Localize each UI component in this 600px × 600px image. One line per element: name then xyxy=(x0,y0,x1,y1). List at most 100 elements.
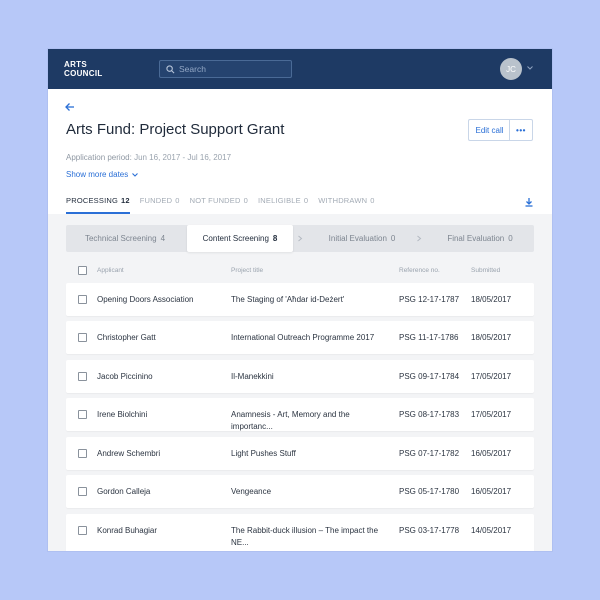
page-title: Arts Fund: Project Support Grant xyxy=(66,121,285,138)
table-row[interactable]: Christopher Gatt International Outreach … xyxy=(66,321,534,354)
stage-count: 0 xyxy=(508,234,513,243)
top-bar: ARTS COUNCIL JC xyxy=(48,49,552,89)
column-submitted[interactable]: Submitted xyxy=(471,267,500,274)
applicant-cell: Irene Biolchini xyxy=(97,410,148,419)
application-period-label: Application period: xyxy=(66,153,132,162)
tab-ineligible[interactable]: INELIGIBLE 0 xyxy=(258,196,308,214)
stage-count: 8 xyxy=(272,234,278,243)
app-window: ARTS COUNCIL JC Arts Fund: Project Suppo… xyxy=(48,49,552,551)
chevron-right-icon xyxy=(298,235,303,242)
submitted-cell: 14/05/2017 xyxy=(471,526,512,535)
tab-withdrawn[interactable]: WITHDRAWN 0 xyxy=(318,196,374,214)
stage-stepper: Technical Screening 4 Content Screening 8 … xyxy=(66,225,534,252)
show-more-dates-label: Show more dates xyxy=(66,170,129,179)
column-project-title[interactable]: Project title xyxy=(231,267,263,274)
row-checkbox[interactable] xyxy=(78,295,87,304)
show-more-dates-link[interactable]: Show more dates xyxy=(66,170,139,179)
stage-final-evaluation[interactable]: Final Evaluation 0 xyxy=(426,225,534,252)
table-row[interactable]: Gordon Calleja Vengeance PSG 05-17-1780 … xyxy=(66,475,534,508)
applicant-cell: Konrad Buhagiar xyxy=(97,526,158,535)
select-all-checkbox[interactable] xyxy=(78,266,87,275)
edit-call-button[interactable]: Edit call xyxy=(468,119,510,141)
project-title-cell: The Staging of 'Aħdar id-Deżert' xyxy=(231,295,345,304)
status-tabs: PROCESSING 12 FUNDED 0 NOT FUNDED 0 INELIGI… xyxy=(66,196,385,214)
stage-label: Final Evaluation xyxy=(447,234,505,243)
submitted-cell: 18/05/2017 xyxy=(471,295,512,304)
stage-count: 0 xyxy=(390,234,396,243)
more-options-button[interactable]: ••• xyxy=(509,119,533,141)
tab-count: 12 xyxy=(121,196,130,205)
logo-line-2: COUNCIL xyxy=(64,68,103,78)
submitted-cell: 18/05/2017 xyxy=(471,333,512,342)
project-title-cell: Il-Manekkini xyxy=(231,372,274,381)
table-row[interactable]: Opening Doors Association The Staging of… xyxy=(66,283,534,316)
reference-cell: PSG 09-17-1784 xyxy=(399,372,460,381)
stage-technical-screening[interactable]: Technical Screening 4 xyxy=(66,225,184,252)
applicant-cell: Andrew Schembri xyxy=(97,449,161,458)
search-icon xyxy=(166,64,175,73)
tab-count: 0 xyxy=(243,196,248,205)
submitted-cell: 17/05/2017 xyxy=(471,372,512,381)
table-row[interactable]: Jacob Piccinino Il-Manekkini PSG 09-17-1… xyxy=(66,360,534,393)
tab-label: FUNDED xyxy=(139,196,173,205)
content-area: Technical Screening 4 Content Screening 8 … xyxy=(48,214,552,551)
table-row[interactable]: Irene Biolchini Anamnesis - Art, Memory … xyxy=(66,398,534,431)
back-arrow-icon[interactable] xyxy=(64,101,76,113)
project-title-cell: Light Pushes Stuff xyxy=(231,449,296,458)
stage-label: Content Screening xyxy=(202,234,269,243)
tab-label: PROCESSING xyxy=(66,196,119,205)
tab-processing[interactable]: PROCESSING 12 xyxy=(66,196,130,214)
reference-cell: PSG 03-17-1778 xyxy=(399,526,460,535)
tab-label: INELIGIBLE xyxy=(258,196,301,205)
table-header: Applicant Project title Reference no. Su… xyxy=(66,263,534,279)
applicant-cell: Jacob Piccinino xyxy=(97,372,153,381)
reference-cell: PSG 11-17-1786 xyxy=(399,333,459,342)
reference-cell: PSG 05-17-1780 xyxy=(399,487,460,496)
chevron-right-icon xyxy=(417,235,422,242)
tab-count: 0 xyxy=(370,196,375,205)
row-checkbox[interactable] xyxy=(78,372,87,381)
reference-cell: PSG 07-17-1782 xyxy=(399,449,460,458)
tab-label: WITHDRAWN xyxy=(318,196,368,205)
row-checkbox[interactable] xyxy=(78,449,87,458)
stage-content-screening[interactable]: Content Screening 8 xyxy=(187,225,293,252)
application-period-value: Jun 16, 2017 - Jul 16, 2017 xyxy=(134,153,232,162)
column-reference-no[interactable]: Reference no. xyxy=(399,267,440,274)
stage-label: Initial Evaluation xyxy=(328,234,387,243)
applicant-cell: Opening Doors Association xyxy=(97,295,194,304)
tab-not-funded[interactable]: NOT FUNDED 0 xyxy=(190,196,248,214)
row-checkbox[interactable] xyxy=(78,487,87,496)
tab-count: 0 xyxy=(175,196,180,205)
project-title-cell: The Rabbit-duck illusion – The impact th… xyxy=(231,526,379,547)
column-applicant[interactable]: Applicant xyxy=(97,267,124,274)
reference-cell: PSG 12-17-1787 xyxy=(399,295,460,304)
table-row[interactable]: Konrad Buhagiar The Rabbit-duck illusion… xyxy=(66,514,534,551)
table-row[interactable]: Andrew Schembri Light Pushes Stuff PSG 0… xyxy=(66,437,534,470)
tab-label: NOT FUNDED xyxy=(189,196,241,205)
download-icon[interactable] xyxy=(524,197,534,207)
user-avatar[interactable]: JC xyxy=(500,58,522,80)
project-title-cell: Anamnesis - Art, Memory and the importan… xyxy=(231,410,350,431)
search-input[interactable] xyxy=(179,64,289,74)
chevron-down-icon[interactable] xyxy=(526,64,534,72)
project-title-cell: Vengeance xyxy=(231,487,272,496)
chevron-down-icon xyxy=(132,172,139,177)
stage-label: Technical Screening xyxy=(84,234,157,243)
submitted-cell: 17/05/2017 xyxy=(471,410,512,419)
search-box[interactable] xyxy=(159,60,292,78)
submitted-cell: 16/05/2017 xyxy=(471,487,512,496)
applicant-cell: Christopher Gatt xyxy=(97,333,156,342)
submitted-cell: 16/05/2017 xyxy=(471,449,512,458)
row-checkbox[interactable] xyxy=(78,333,87,342)
tab-count: 0 xyxy=(303,196,309,205)
row-checkbox[interactable] xyxy=(78,410,87,419)
reference-cell: PSG 08-17-1783 xyxy=(399,410,460,419)
stage-count: 4 xyxy=(160,234,166,243)
project-title-cell: International Outreach Programme 2017 xyxy=(231,333,375,342)
row-checkbox[interactable] xyxy=(78,526,87,535)
arts-council-logo[interactable]: ARTS COUNCIL xyxy=(64,60,103,78)
tab-funded[interactable]: FUNDED 0 xyxy=(140,196,180,214)
application-period: Application period: Jun 16, 2017 - Jul 1… xyxy=(66,153,231,162)
stage-initial-evaluation[interactable]: Initial Evaluation 0 xyxy=(306,225,418,252)
applicant-cell: Gordon Calleja xyxy=(97,487,151,496)
